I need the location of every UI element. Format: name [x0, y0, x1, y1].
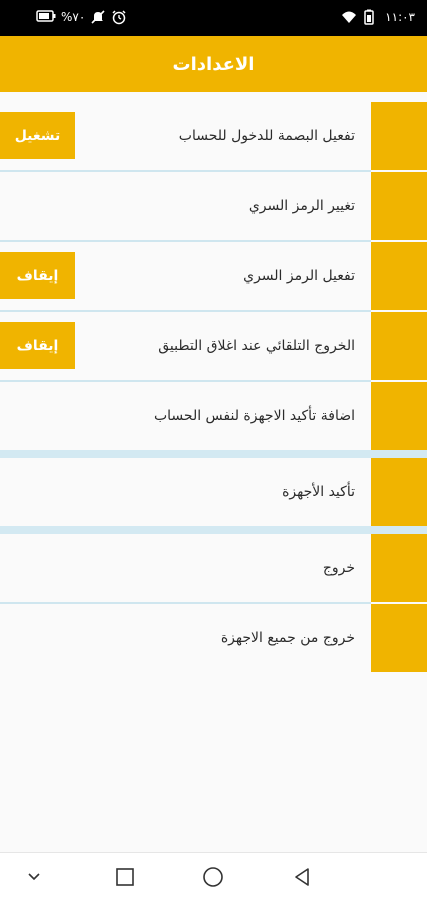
back-triangle-icon[interactable]: [290, 865, 314, 889]
recents-square-icon[interactable]: [113, 865, 137, 889]
system-nav-bar: [0, 852, 427, 900]
setting-label: خروج: [322, 560, 355, 576]
passcode-toggle-button[interactable]: إيقاف: [0, 252, 75, 299]
row-accent: [371, 458, 427, 526]
row-accent: [371, 242, 427, 310]
alarm-icon: [111, 9, 127, 25]
setting-label: خروج من جميع الاجهزة: [220, 630, 355, 646]
setting-fingerprint-login[interactable]: تفعيل البصمة للدخول للحساب تشغيل: [0, 102, 427, 172]
fingerprint-toggle-button[interactable]: تشغيل: [0, 112, 75, 159]
row-accent: [371, 382, 427, 450]
mute-icon: [90, 9, 106, 25]
battery-icon: [36, 9, 56, 25]
setting-add-device-confirmation[interactable]: اضافة تأكيد الاجهزة لنفس الحساب: [0, 382, 427, 452]
setting-label: تفعيل الرمز السري: [243, 268, 355, 284]
setting-auto-logout[interactable]: الخروج التلقائي عند اغلاق التطبيق إيقاف: [0, 312, 427, 382]
row-accent: [371, 172, 427, 240]
setting-confirm-devices[interactable]: تأكيد الأجهزة: [0, 458, 427, 528]
setting-logout-all-devices[interactable]: خروج من جميع الاجهزة: [0, 604, 427, 674]
auto-logout-toggle-button[interactable]: إيقاف: [0, 322, 75, 369]
setting-label: الخروج التلقائي عند اغلاق التطبيق: [158, 338, 355, 354]
setting-change-passcode[interactable]: تغيير الرمز السري: [0, 172, 427, 242]
battery-percent: %٧٠: [61, 10, 86, 24]
page-title: الاعدادات: [172, 53, 255, 75]
setting-logout[interactable]: خروج: [0, 534, 427, 604]
home-circle-icon[interactable]: [201, 865, 225, 889]
row-accent: [371, 604, 427, 672]
row-accent: [371, 534, 427, 602]
status-left: %٧٠: [36, 9, 127, 25]
setting-label: تغيير الرمز السري: [248, 198, 355, 214]
battery-saver-icon: [363, 9, 379, 25]
chevron-down-icon[interactable]: [22, 865, 46, 889]
setting-enable-passcode[interactable]: تفعيل الرمز السري إيقاف: [0, 242, 427, 312]
app-bar: الاعدادات: [0, 36, 427, 92]
wifi-icon: [341, 9, 357, 25]
setting-label: تفعيل البصمة للدخول للحساب: [178, 128, 355, 144]
row-accent: [371, 312, 427, 380]
setting-label: تأكيد الأجهزة: [282, 484, 355, 500]
clock: ١١:٠٣: [385, 10, 415, 24]
settings-list: تفعيل البصمة للدخول للحساب تشغيل تغيير ا…: [0, 102, 427, 674]
row-accent: [371, 102, 427, 170]
status-right: ١١:٠٣: [341, 9, 415, 25]
status-bar: %٧٠ ١١:٠٣: [0, 0, 427, 36]
setting-label: اضافة تأكيد الاجهزة لنفس الحساب: [153, 408, 355, 424]
